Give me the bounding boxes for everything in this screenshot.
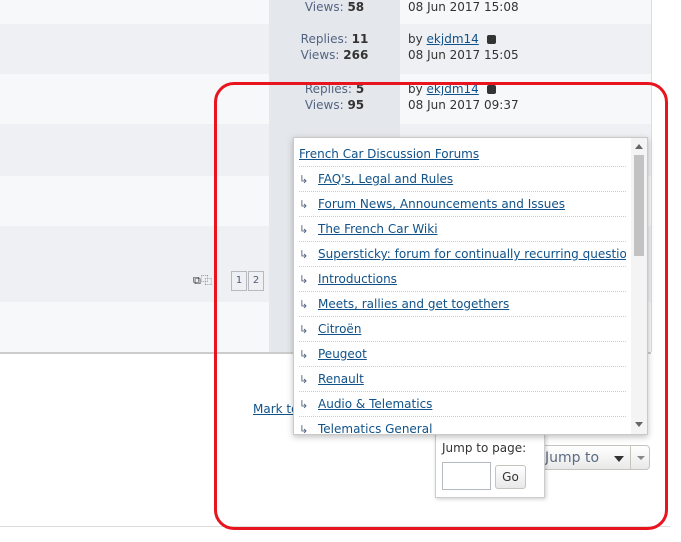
views-count: 58 xyxy=(347,0,365,14)
views-label: Views: xyxy=(304,0,344,14)
last-post: 08 Jun 2017 15:08 xyxy=(400,0,651,24)
last-post: by ekjdm14 08 Jun 2017 15:05 xyxy=(400,24,651,74)
by-label: by xyxy=(408,32,423,46)
last-post-date: 08 Jun 2017 15:08 xyxy=(408,0,519,14)
author-link[interactable]: ekjdm14 xyxy=(427,32,479,46)
views-label: Views: xyxy=(300,48,340,62)
replies-count: 11 xyxy=(351,32,369,46)
replies-label: Replies: xyxy=(300,32,348,46)
topic-stats: Views: 58 xyxy=(269,0,400,24)
highlight-annotation xyxy=(214,82,668,530)
goto-last-post-icon[interactable] xyxy=(486,35,496,44)
last-post-date: 08 Jun 2017 15:05 xyxy=(408,48,519,62)
topic-stats: Replies: 11 Views: 266 xyxy=(269,24,400,74)
topic-row: Views: 58 08 Jun 2017 15:08 xyxy=(0,0,651,24)
topic-row: Replies: 11 Views: 266 by ekjdm14 08 Jun… xyxy=(0,24,651,74)
topic-attachment-icon: ⧉⿻ xyxy=(193,274,212,287)
views-count: 266 xyxy=(343,48,369,62)
